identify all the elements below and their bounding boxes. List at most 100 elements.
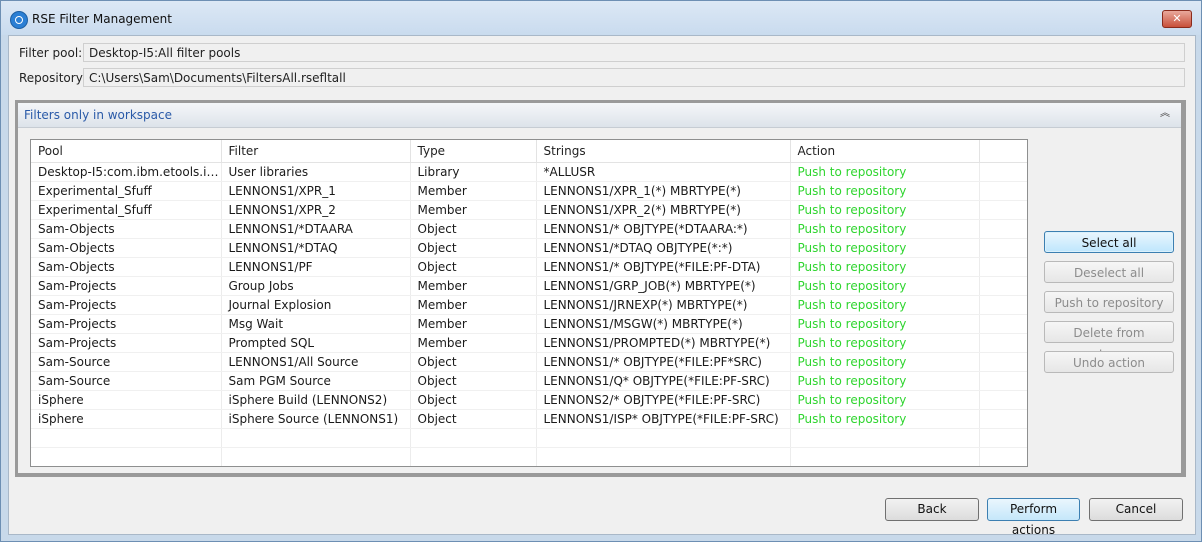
- cancel-button[interactable]: Cancel: [1089, 498, 1183, 521]
- empty-cell: [790, 428, 980, 448]
- cell-action[interactable]: Push to repository: [790, 181, 980, 201]
- cell-filler: [979, 162, 1027, 182]
- cell-pool: Sam-Projects: [31, 276, 222, 296]
- table-row[interactable]: Sam-Source LENNONS1/All Source Object LENNO…: [31, 352, 1027, 372]
- cell-action[interactable]: Push to repository: [790, 352, 980, 372]
- collapse-chevron-icon[interactable]: ︽: [1159, 108, 1171, 120]
- table-row[interactable]: Sam-Source Sam PGM Source Object LENNONS1/Q…: [31, 371, 1027, 391]
- cell-filter: LENNONS1/PF: [221, 257, 411, 277]
- undo-action-button[interactable]: Undo action: [1044, 351, 1174, 373]
- empty-cell: [31, 447, 222, 466]
- column-header-action[interactable]: Action: [790, 140, 980, 163]
- deselect-all-button[interactable]: Deselect all: [1044, 261, 1174, 283]
- push-to-repository-button[interactable]: Push to repository: [1044, 291, 1174, 313]
- cell-strings: LENNONS1/*DTAQ OBJTYPE(*:*): [536, 238, 791, 258]
- title-bar: RSE Filter Management ✕: [1, 1, 1201, 35]
- close-icon[interactable]: ✕: [1162, 10, 1192, 28]
- cell-type: Object: [410, 257, 537, 277]
- table-row[interactable]: Sam-Projects Group Jobs Member LENNONS1/GRP…: [31, 276, 1027, 296]
- table-row[interactable]: Sam-Objects LENNONS1/*DTAQ Object LENNONS1/…: [31, 238, 1027, 258]
- empty-cell: [979, 428, 1027, 448]
- cell-pool: Sam-Objects: [31, 257, 222, 277]
- cell-action[interactable]: Push to repository: [790, 314, 980, 334]
- table-row[interactable]: Sam-Objects LENNONS1/*DTAARA Object LENNONS…: [31, 219, 1027, 239]
- empty-row: [31, 428, 1027, 448]
- filters-table[interactable]: Pool Filter Type Strings Action Desktop-…: [30, 139, 1028, 467]
- cell-action[interactable]: Push to repository: [790, 390, 980, 410]
- cell-action[interactable]: Push to repository: [790, 276, 980, 296]
- empty-row: [31, 447, 1027, 466]
- filter-pool-field[interactable]: Desktop-I5:All filter pools: [83, 43, 1185, 62]
- table-row[interactable]: Sam-Objects LENNONS1/PF Object LENNONS1/* O…: [31, 257, 1027, 277]
- column-header-filter[interactable]: Filter: [221, 140, 411, 163]
- cell-strings: LENNONS1/ISP* OBJTYPE(*FILE:PF-SRC): [536, 409, 791, 429]
- cell-type: Object: [410, 371, 537, 391]
- cell-strings: LENNONS1/Q* OBJTYPE(*FILE:PF-SRC): [536, 371, 791, 391]
- cell-type: Member: [410, 276, 537, 296]
- table-row[interactable]: Sam-Projects Journal Explosion Member LENNO…: [31, 295, 1027, 315]
- column-header-type[interactable]: Type: [410, 140, 537, 163]
- empty-cell: [410, 447, 537, 466]
- cell-strings: LENNONS1/MSGW(*) MBRTYPE(*): [536, 314, 791, 334]
- cell-filler: [979, 409, 1027, 429]
- cell-strings: LENNONS1/XPR_2(*) MBRTYPE(*): [536, 200, 791, 220]
- cell-pool: Sam-Projects: [31, 333, 222, 353]
- cell-filter: LENNONS1/XPR_2: [221, 200, 411, 220]
- table-row[interactable]: Experimental_Sfuff LENNONS1/XPR_1 Member LE…: [31, 181, 1027, 201]
- cell-pool: Experimental_Sfuff: [31, 181, 222, 201]
- delete-from-workspace-button[interactable]: Delete from workspace: [1044, 321, 1174, 362]
- cell-type: Object: [410, 219, 537, 239]
- cell-action[interactable]: Push to repository: [790, 371, 980, 391]
- cell-filler: [979, 238, 1027, 258]
- cell-filler: [979, 200, 1027, 220]
- section-header[interactable]: Filters only in workspace ︽: [18, 103, 1181, 128]
- cell-filler: [979, 257, 1027, 277]
- table-row[interactable]: Sam-Projects Msg Wait Member LENNONS1/MSGW(…: [31, 314, 1027, 334]
- empty-cell: [410, 428, 537, 448]
- select-all-button[interactable]: Select all: [1044, 231, 1174, 253]
- cell-type: Object: [410, 390, 537, 410]
- cell-filter: User libraries: [221, 162, 411, 182]
- cell-action[interactable]: Push to repository: [790, 257, 980, 277]
- dialog-content: Filter pool: Desktop-I5:All filter pools…: [8, 35, 1196, 537]
- cell-action[interactable]: Push to repository: [790, 238, 980, 258]
- cell-action[interactable]: Push to repository: [790, 333, 980, 353]
- cell-filter: LENNONS1/*DTAQ: [221, 238, 411, 258]
- cell-filter: LENNONS1/XPR_1: [221, 181, 411, 201]
- table-row[interactable]: iSphere iSphere Build (LENNONS2) Object LEN…: [31, 390, 1027, 410]
- cell-action[interactable]: Push to repository: [790, 219, 980, 239]
- cell-pool: Sam-Projects: [31, 295, 222, 315]
- empty-cell: [979, 447, 1027, 466]
- rse-app-icon: [10, 11, 28, 29]
- cell-filler: [979, 390, 1027, 410]
- filters-section-body: Filters only in workspace ︽ Pool Filter …: [18, 103, 1181, 473]
- cell-type: Member: [410, 295, 537, 315]
- table-row[interactable]: Desktop-I5:com.ibm.etools.iseri... User l…: [31, 162, 1027, 182]
- empty-cell: [31, 428, 222, 448]
- cell-action[interactable]: Push to repository: [790, 200, 980, 220]
- cell-strings: LENNONS1/PROMPTED(*) MBRTYPE(*): [536, 333, 791, 353]
- repository-label: Repository:: [19, 71, 86, 85]
- cell-filter: iSphere Build (LENNONS2): [221, 390, 411, 410]
- cell-filler: [979, 371, 1027, 391]
- repository-field[interactable]: C:\Users\Sam\Documents\FiltersAll.rseflt…: [83, 68, 1185, 87]
- cell-filter: iSphere Source (LENNONS1): [221, 409, 411, 429]
- cell-action[interactable]: Push to repository: [790, 295, 980, 315]
- cell-filter: Journal Explosion: [221, 295, 411, 315]
- back-button[interactable]: Back: [885, 498, 979, 521]
- cell-type: Object: [410, 238, 537, 258]
- table-row[interactable]: Sam-Projects Prompted SQL Member LENNONS1/P…: [31, 333, 1027, 353]
- table-row[interactable]: Experimental_Sfuff LENNONS1/XPR_2 Member LE…: [31, 200, 1027, 220]
- cell-pool: Desktop-I5:com.ibm.etools.iseri...: [31, 162, 222, 182]
- cell-filter: Prompted SQL: [221, 333, 411, 353]
- cell-action[interactable]: Push to repository: [790, 162, 980, 182]
- cell-strings: LENNONS1/* OBJTYPE(*FILE:PF*SRC): [536, 352, 791, 372]
- cell-action[interactable]: Push to repository: [790, 409, 980, 429]
- column-header-pool[interactable]: Pool: [31, 140, 222, 163]
- perform-actions-button[interactable]: Perform actions: [987, 498, 1080, 537]
- cell-filler: [979, 276, 1027, 296]
- table-row[interactable]: iSphere iSphere Source (LENNONS1) Object LE…: [31, 409, 1027, 429]
- column-header-strings[interactable]: Strings: [536, 140, 791, 163]
- cell-pool: Sam-Objects: [31, 238, 222, 258]
- cell-pool: Sam-Projects: [31, 314, 222, 334]
